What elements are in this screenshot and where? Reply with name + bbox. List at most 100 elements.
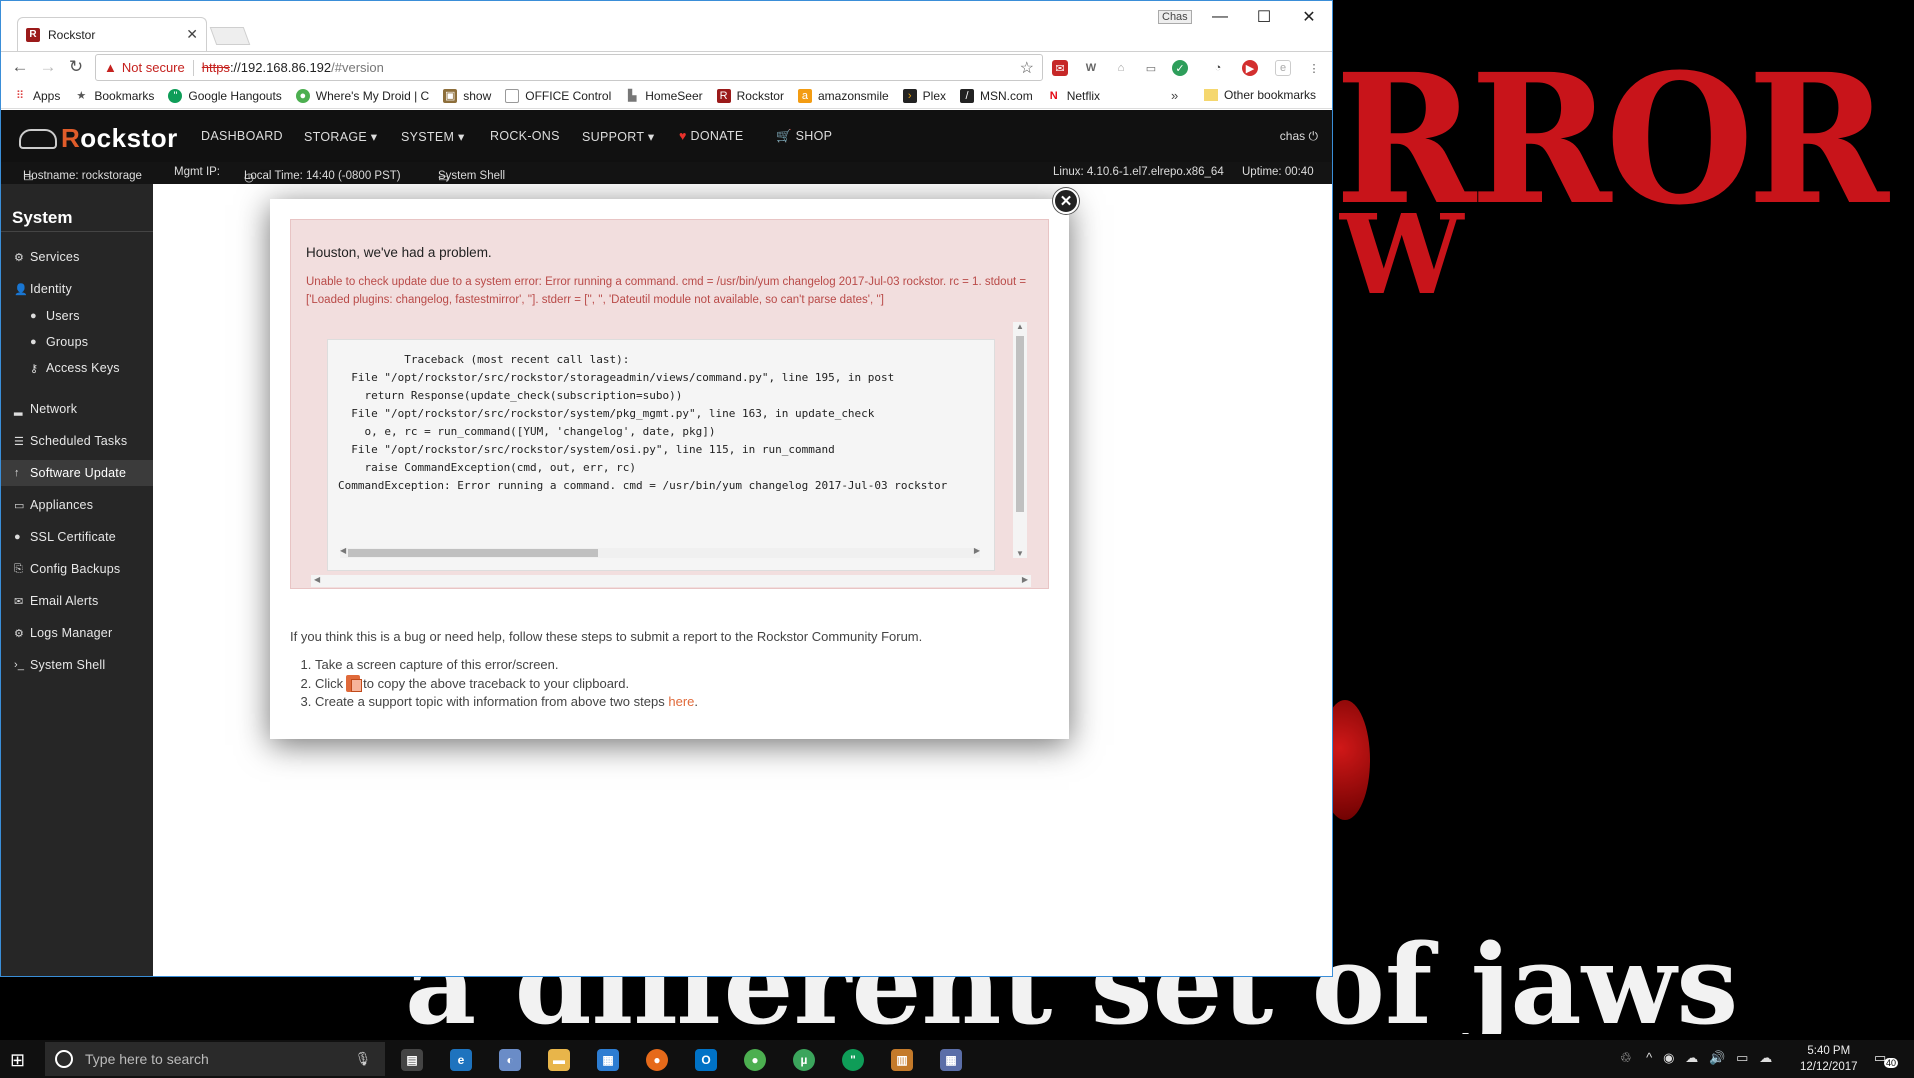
extension-check-icon[interactable]: ✓ (1172, 60, 1188, 76)
browser-tab[interactable]: R Rockstor ✕ (17, 17, 207, 51)
other-bookmarks-folder[interactable]: Other bookmarks (1204, 88, 1316, 102)
scroll-right-icon[interactable]: ▶ (1022, 575, 1028, 584)
cloud-logo-icon (19, 128, 57, 149)
extension-w-icon[interactable]: W (1083, 60, 1099, 76)
speed-icon[interactable]: ◔ (1210, 60, 1226, 76)
extension-mail-icon[interactable]: ✉ (1052, 60, 1068, 76)
bookmarks-bar: ⠿ Apps ★ Bookmarks " Google Hangouts ● Where… (1, 83, 1332, 109)
action-center-icon[interactable]: ▭ 40 (1874, 1050, 1899, 1068)
chrome-icon[interactable]: ● (744, 1049, 766, 1071)
bookmark-label: amazonsmile (817, 88, 889, 103)
alert-horizontal-scrollbar[interactable]: ◀ ▶ (311, 575, 1031, 587)
user-menu[interactable]: chas ⏻ (1280, 129, 1318, 144)
close-window-icon[interactable]: ✕ (1287, 3, 1331, 31)
nav-dashboard[interactable]: DASHBOARD (201, 129, 283, 143)
sidebar-item-ssl-certificate[interactable]: ● SSL Certificate (1, 524, 153, 550)
forward-icon[interactable]: → (37, 56, 59, 78)
hangouts-taskbar-icon[interactable]: " (842, 1049, 864, 1071)
extension-play-icon[interactable]: ▶ (1242, 60, 1258, 76)
sidebar-item-access-keys[interactable]: ⚷ Access Keys (1, 355, 153, 381)
taskbar-clock[interactable]: 5:40 PM 12/12/2017 (1800, 1043, 1858, 1075)
scroll-up-icon[interactable]: ▲ (1016, 322, 1024, 331)
sidebar-item-groups[interactable]: ● Groups (1, 329, 153, 355)
show-hidden-icons-icon[interactable]: ^ (1646, 1050, 1652, 1065)
bookmark-amazonsmile[interactable]: a amazonsmile (797, 88, 889, 103)
app-icon[interactable]: ◐ (499, 1049, 521, 1071)
bookmark-wheres-my-droid[interactable]: ● Where's My Droid | C (295, 88, 429, 103)
scroll-left-icon[interactable]: ◀ (340, 546, 346, 555)
bookmark-netflix[interactable]: N Netflix (1047, 89, 1100, 103)
sidebar-item-network[interactable]: ▂ Network (1, 396, 153, 422)
alert-vertical-scrollbar[interactable]: ▲ ▼ (1013, 322, 1027, 558)
scroll-right-icon[interactable]: ▶ (974, 546, 980, 555)
edge-icon[interactable]: e (450, 1049, 472, 1071)
task-view-icon[interactable]: ▤ (401, 1049, 423, 1071)
file-explorer-icon[interactable]: ▬ (548, 1049, 570, 1071)
nav-donate[interactable]: ♥ DONATE (679, 129, 743, 143)
sidebar-item-appliances[interactable]: ▭ Appliances (1, 492, 153, 518)
bookmark-google-hangouts[interactable]: " Google Hangouts (168, 88, 282, 103)
cast-icon[interactable]: ▭ (1143, 60, 1159, 76)
firefox-icon[interactable]: ● (646, 1049, 668, 1071)
maximize-icon[interactable]: ☐ (1242, 3, 1286, 31)
nav-system[interactable]: SYSTEM ▾ (401, 129, 465, 144)
bookmark-apps[interactable]: ⠿ Apps (13, 89, 60, 103)
sidebar-item-services[interactable]: ⚙ Services (1, 244, 153, 270)
nav-shop[interactable]: 🛒 SHOP (776, 129, 832, 144)
rockstor-logo[interactable]: Rockstor (19, 123, 178, 154)
back-icon[interactable]: ← (9, 56, 31, 78)
tray-app-icon[interactable]: ◉ (1663, 1050, 1674, 1065)
bookmarks-overflow-button[interactable]: » (1171, 88, 1178, 103)
bookmark-homeseer[interactable]: ▙ HomeSeer (625, 89, 703, 103)
bookmark-plex[interactable]: › Plex (902, 88, 946, 103)
sidebar-item-software-update[interactable]: ↑ Software Update (1, 460, 153, 486)
menu-icon[interactable]: ⋮ (1306, 60, 1322, 76)
support-topic-link[interactable]: here (668, 694, 694, 709)
bookmark-show[interactable]: ▣ show (443, 88, 491, 103)
scrollbar-thumb[interactable] (348, 549, 598, 557)
network-icon[interactable]: ▭ (1736, 1050, 1748, 1065)
new-tab-button[interactable] (209, 27, 251, 45)
library-icon[interactable]: ▥ (891, 1049, 913, 1071)
nav-support[interactable]: SUPPORT ▾ (582, 129, 654, 144)
sidebar-item-logs-manager[interactable]: ⚙ Logs Manager (1, 620, 153, 646)
scrollbar-thumb[interactable] (1016, 336, 1024, 512)
extension-pdf-icon[interactable]: ⌂ (1113, 60, 1129, 76)
store-icon[interactable]: ▦ (597, 1049, 619, 1071)
taskbar-search-box[interactable]: Type here to search 🎙 (45, 1042, 385, 1076)
nav-rock-ons[interactable]: ROCK-ONS (490, 129, 560, 143)
bookmark-msn[interactable]: / MSN.com (960, 88, 1033, 103)
utorrent-icon[interactable]: µ (793, 1049, 815, 1071)
outlook-icon[interactable]: O (695, 1049, 717, 1071)
volume-icon[interactable]: 🔊 (1709, 1050, 1725, 1065)
sidebar-item-users[interactable]: ● Users (1, 303, 153, 329)
windows-start-icon[interactable]: ⊞ (10, 1050, 25, 1071)
cloud-sync-icon[interactable]: ☁ (1759, 1050, 1772, 1065)
sidebar-item-identity[interactable]: 👤 Identity (1, 276, 153, 302)
scroll-left-icon[interactable]: ◀ (314, 575, 320, 584)
bookmark-rockstor[interactable]: R Rockstor (716, 88, 784, 103)
traceback-horizontal-scrollbar[interactable]: ◀ ▶ (340, 546, 980, 558)
sidebar-item-config-backups[interactable]: ⎘ Config Backups (1, 556, 153, 582)
bookmark-star-icon[interactable]: ☆ (1020, 58, 1034, 78)
address-bar[interactable]: ▲ Not secure https ://192.168.86.192 /#v… (95, 54, 1043, 81)
window-profile-button[interactable]: Chas (1158, 10, 1192, 24)
sidebar-item-email-alerts[interactable]: ✉ Email Alerts (1, 588, 153, 614)
copy-clipboard-icon[interactable] (346, 674, 363, 692)
minimize-icon[interactable]: — (1198, 3, 1242, 31)
nav-storage[interactable]: STORAGE ▾ (304, 129, 377, 144)
bookmark-bookmarks[interactable]: ★ Bookmarks (74, 89, 154, 103)
scroll-down-icon[interactable]: ▼ (1016, 549, 1024, 558)
reload-icon[interactable]: ↻ (65, 56, 87, 78)
onedrive-icon[interactable]: ☁ (1685, 1050, 1698, 1065)
bookmark-office-control[interactable]: OFFICE Control (505, 88, 611, 103)
extension-page-icon[interactable]: e (1275, 60, 1291, 76)
traceback-box[interactable]: Traceback (most recent call last): File … (327, 339, 995, 571)
modal-close-icon[interactable]: ✕ (1053, 188, 1079, 214)
microphone-icon[interactable]: 🎙 (354, 1051, 371, 1067)
tab-close-icon[interactable]: ✕ (186, 26, 198, 43)
sidebar-item-scheduled-tasks[interactable]: ☰ Scheduled Tasks (1, 428, 153, 454)
recycle-icon[interactable]: ♲ (1620, 1050, 1632, 1065)
app-grid-icon[interactable]: ▦ (940, 1049, 962, 1071)
sidebar-item-system-shell[interactable]: ›_ System Shell (1, 652, 153, 678)
